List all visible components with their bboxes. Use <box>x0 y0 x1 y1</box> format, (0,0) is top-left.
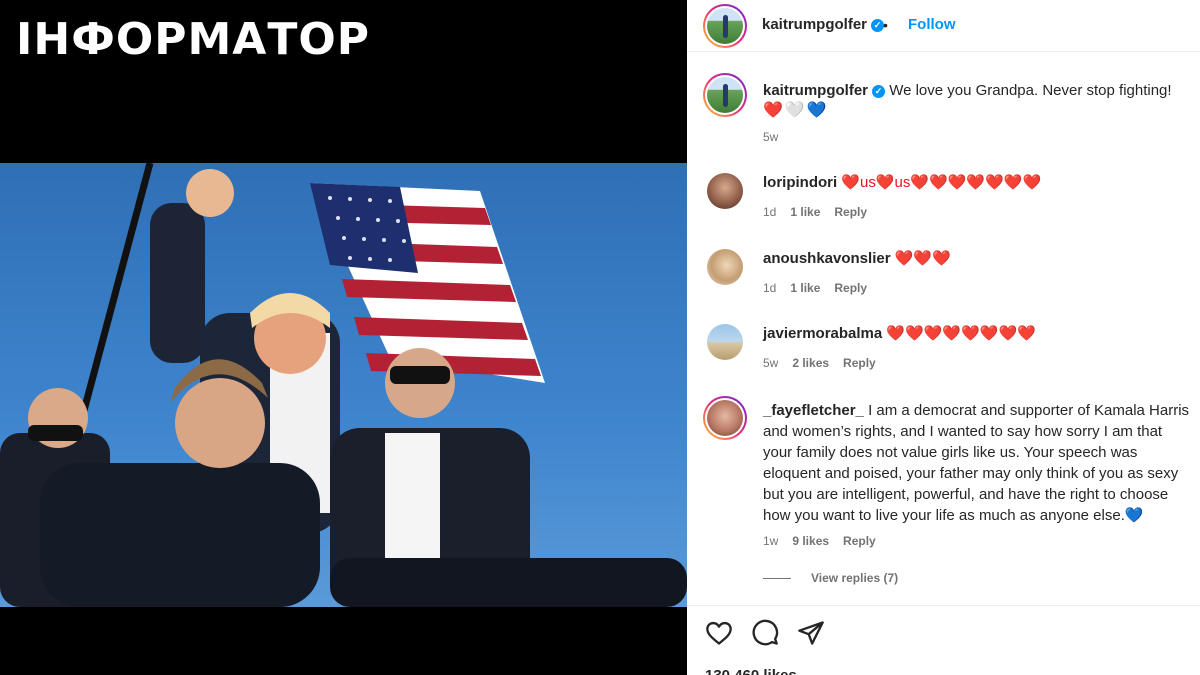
post-media-panel: ІНФОРМАТОР <box>0 0 687 675</box>
reply-button[interactable]: Reply <box>834 205 867 219</box>
comment-time[interactable]: 1d <box>763 205 776 219</box>
reply-button[interactable]: Reply <box>834 281 867 295</box>
comment-meta: 1d 1 like Reply <box>763 281 881 295</box>
comment-text: ❤️❤️❤️❤️❤️❤️❤️❤️ <box>886 325 1036 342</box>
follow-button[interactable]: Follow <box>908 16 956 33</box>
header-username-text[interactable]: kaitrumpgolfer <box>762 16 867 33</box>
caption-avatar[interactable] <box>703 73 747 117</box>
caption-text: We love you Grandpa. Never stop fighting… <box>889 82 1172 99</box>
comment-text: ❤️❤️❤️ <box>894 250 951 267</box>
reply-button[interactable]: Reply <box>843 534 876 548</box>
likes-count[interactable]: 130,460 likes <box>705 667 797 675</box>
comment-likes[interactable]: 2 likes <box>792 356 829 370</box>
comment-username[interactable]: anoushkavonslier <box>763 250 891 267</box>
comment-avatar[interactable] <box>707 324 743 360</box>
caption-time[interactable]: 5w <box>763 130 778 144</box>
avatar-image <box>707 77 743 113</box>
heart-icon[interactable] <box>705 619 733 647</box>
comment-likes[interactable]: 1 like <box>790 281 820 295</box>
instagram-post-view: ІНФОРМАТОР kaitrumpgolfer ✓ • Follow kai… <box>0 0 1200 675</box>
post-photo[interactable] <box>0 163 687 607</box>
view-replies-label[interactable]: View replies (7) <box>811 571 898 585</box>
share-icon[interactable] <box>797 619 825 647</box>
view-replies-button[interactable]: View replies (7) <box>763 571 898 585</box>
verified-badge-icon: ✓ <box>872 85 886 98</box>
comment-item: javiermorabalma ❤️❤️❤️❤️❤️❤️❤️❤️ <box>763 323 1200 344</box>
comment-meta: 5w 2 likes Reply <box>763 356 890 370</box>
comment-username[interactable]: _fayefletcher_ <box>763 402 864 419</box>
post-header: kaitrumpgolfer ✓ • Follow <box>687 0 1200 52</box>
caption: kaitrumpgolfer ✓ We love you Grandpa. Nev… <box>763 81 1193 121</box>
comment-text: I am a democrat and supporter of Kamala … <box>763 402 1190 524</box>
caption-meta: 5w <box>763 130 792 144</box>
author-avatar[interactable] <box>703 4 747 48</box>
watermark-logo: ІНФОРМАТОР <box>16 14 370 65</box>
comment-avatar[interactable] <box>703 396 747 440</box>
comment-time[interactable]: 5w <box>763 356 778 370</box>
comment-time[interactable]: 1w <box>763 534 778 548</box>
comment-avatar[interactable] <box>707 249 743 285</box>
comment-username[interactable]: javiermorabalma <box>763 325 882 342</box>
comment-likes[interactable]: 1 like <box>790 205 820 219</box>
comment-text: ❤️us❤️us❤️❤️❤️❤️❤️❤️❤️ <box>841 174 1042 191</box>
avatar-image <box>707 8 743 44</box>
comment-username[interactable]: loripindori <box>763 174 837 191</box>
comment-meta: 1d 1 like Reply <box>763 205 881 219</box>
comment-avatar[interactable] <box>707 173 743 209</box>
caption-username[interactable]: kaitrumpgolfer <box>763 82 868 99</box>
comment-item: _fayefletcher_ I am a democrat and suppo… <box>763 400 1193 526</box>
post-side-panel: kaitrumpgolfer ✓ • Follow kaitrumpgolfer ✓… <box>687 0 1200 675</box>
comment-meta: 1w 9 likes Reply <box>763 534 890 548</box>
comment-likes[interactable]: 9 likes <box>792 534 829 548</box>
post-actions-bar: 130,460 likes <box>687 605 1200 675</box>
photo-illustration <box>0 163 687 607</box>
caption-emoji: ❤️🤍💙 <box>763 102 829 119</box>
comment-icon[interactable] <box>751 619 779 647</box>
comment-time[interactable]: 1d <box>763 281 776 295</box>
reply-button[interactable]: Reply <box>843 356 876 370</box>
comment-item: anoushkavonslier ❤️❤️❤️ <box>763 248 1200 269</box>
header-username[interactable]: kaitrumpgolfer ✓ <box>762 16 885 33</box>
comment-item: loripindori ❤️us❤️us❤️❤️❤️❤️❤️❤️❤️ <box>763 172 1200 193</box>
separator-dot: • <box>883 17 888 33</box>
avatar-image <box>707 400 743 436</box>
replies-divider <box>763 578 791 580</box>
